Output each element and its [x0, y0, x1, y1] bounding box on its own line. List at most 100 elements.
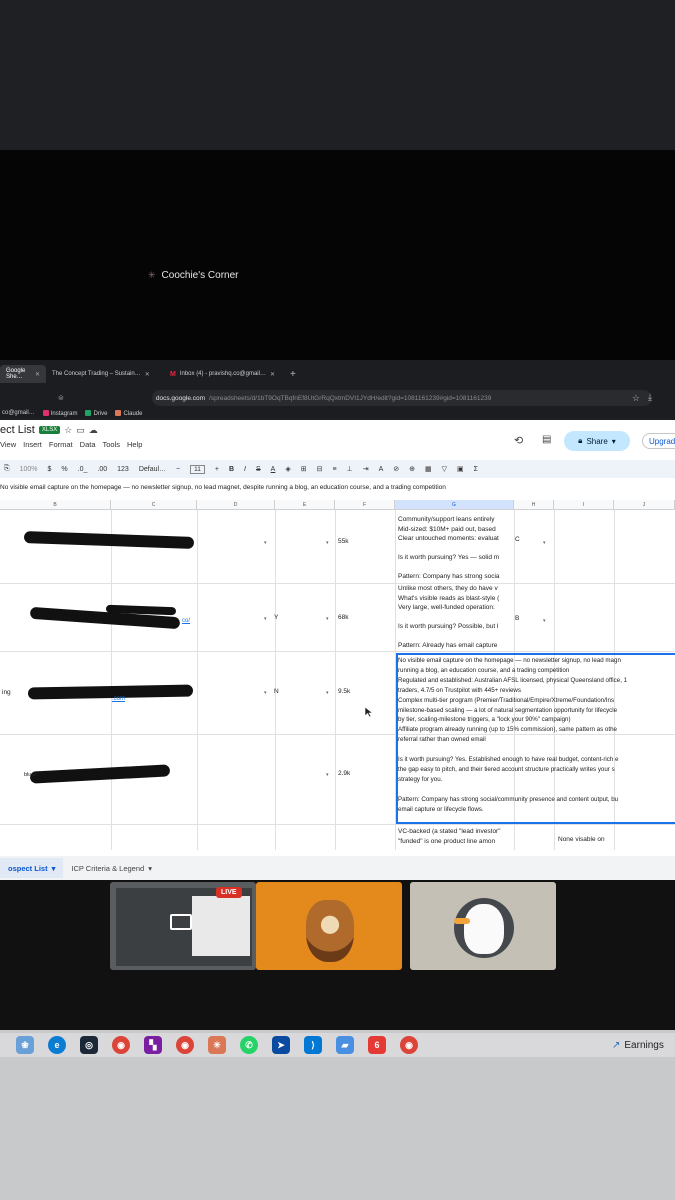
- column-header-b[interactable]: B: [0, 500, 111, 510]
- whatsapp-icon[interactable]: ✆: [240, 1036, 258, 1054]
- history-icon[interactable]: ⟲: [514, 434, 523, 447]
- wrap-icon[interactable]: ⇥: [363, 465, 369, 473]
- menu-data[interactable]: Data: [80, 440, 96, 449]
- folder-icon[interactable]: ▭: [76, 425, 85, 436]
- app-badge-icon[interactable]: 6: [368, 1036, 386, 1054]
- column-header-c[interactable]: C: [111, 500, 197, 510]
- column-header-h[interactable]: H: [514, 500, 554, 510]
- address-bar[interactable]: docs.google.com/spreadsheets/d/1bT9OqTBq…: [151, 390, 652, 406]
- menu-help[interactable]: Help: [127, 440, 142, 449]
- strikethrough-icon[interactable]: S: [256, 466, 261, 473]
- font-size-decrease[interactable]: −: [176, 466, 180, 473]
- chrome-icon[interactable]: ◉: [112, 1036, 130, 1054]
- close-icon[interactable]: ✕: [145, 371, 150, 378]
- bookmark-instagram[interactable]: Instagram: [42, 409, 77, 417]
- share-button[interactable]: 🔒︎ Share ▾: [564, 431, 630, 451]
- paint-format-icon[interactable]: ⎘: [4, 465, 10, 473]
- valign-icon[interactable]: ⊥: [347, 465, 353, 473]
- italic-icon[interactable]: I: [244, 466, 246, 473]
- bookmark-claude[interactable]: Claude: [115, 409, 142, 417]
- news-widget[interactable]: ↗ Earnings: [612, 1040, 664, 1051]
- zoom-select[interactable]: 100%: [20, 466, 38, 473]
- chevron-down-icon[interactable]: ▾: [326, 772, 329, 778]
- app-icon[interactable]: ▚: [144, 1036, 162, 1054]
- chevron-down-icon[interactable]: ▾: [326, 616, 329, 622]
- bold-icon[interactable]: B: [229, 466, 234, 473]
- menu-format[interactable]: Format: [49, 440, 73, 449]
- number-format-button[interactable]: 123: [117, 466, 129, 473]
- cell-d-status[interactable]: Y: [274, 614, 278, 621]
- participant-tile-duck[interactable]: [410, 882, 556, 970]
- menu-view[interactable]: View: [0, 440, 16, 449]
- chevron-down-icon[interactable]: ▾: [264, 690, 267, 696]
- tab-gmail[interactable]: M Inbox (4) - pravishq.co@gmail… ✕: [164, 365, 282, 383]
- chrome-icon[interactable]: ◉: [176, 1036, 194, 1054]
- column-header-i[interactable]: I: [554, 500, 614, 510]
- website-link[interactable]: co/: [182, 618, 190, 624]
- chevron-down-icon[interactable]: ▾: [543, 540, 546, 546]
- close-icon[interactable]: ✕: [270, 371, 275, 378]
- participant-tile-dog[interactable]: [256, 882, 402, 970]
- filter-icon[interactable]: ▽: [442, 465, 447, 473]
- download-icon[interactable]: ⤓: [648, 392, 652, 403]
- column-header-d[interactable]: D: [197, 500, 275, 510]
- cell-f-followers[interactable]: 2.9k: [338, 770, 350, 777]
- cell-h-tier[interactable]: C: [515, 536, 520, 543]
- chart-icon[interactable]: ▦: [425, 465, 432, 473]
- column-header-e[interactable]: E: [275, 500, 335, 510]
- doc-title[interactable]: ect List: [0, 424, 35, 436]
- rotate-icon[interactable]: A: [379, 466, 384, 473]
- new-tab-icon[interactable]: +: [290, 369, 296, 380]
- widgets-icon[interactable]: ❀: [16, 1036, 34, 1054]
- remote-icon[interactable]: ➤: [272, 1036, 290, 1054]
- text-color-icon[interactable]: A: [271, 466, 276, 473]
- file-icon[interactable]: ▰: [336, 1036, 354, 1054]
- bookmark-star-icon[interactable]: ☆: [632, 393, 640, 404]
- font-size-increase[interactable]: +: [215, 466, 219, 473]
- notes-cell-row2[interactable]: Unlike most others, they do have v What'…: [398, 584, 514, 651]
- edge-icon[interactable]: e: [48, 1036, 66, 1054]
- notes-cell-row3-editing[interactable]: No visible email capture on the homepage…: [398, 656, 675, 815]
- chevron-down-icon[interactable]: ▾: [326, 690, 329, 696]
- cell-f-followers[interactable]: 68k: [338, 614, 348, 621]
- cell-i-note[interactable]: None visable on: [558, 836, 605, 843]
- tab-concept-trading[interactable]: The Concept Trading – Sustain… ✕: [46, 365, 164, 383]
- font-select[interactable]: Defaul…: [139, 466, 166, 473]
- cell-h-tier[interactable]: B: [515, 615, 519, 622]
- comment-icon[interactable]: ▤: [542, 434, 551, 445]
- column-header-f[interactable]: F: [335, 500, 395, 510]
- percent-format-button[interactable]: %: [61, 466, 67, 473]
- notes-cell-row4[interactable]: VC-backed (a stated "lead investor" "fun…: [398, 827, 514, 847]
- align-icon[interactable]: ≡: [332, 466, 336, 473]
- website-link[interactable]: .com: [112, 696, 125, 702]
- font-size-input[interactable]: 11: [190, 464, 205, 474]
- functions-icon[interactable]: Σ: [474, 466, 478, 473]
- merge-icon[interactable]: ⊟: [317, 465, 323, 473]
- link-icon[interactable]: ⊘: [393, 465, 399, 473]
- cell-f-followers[interactable]: 55k: [338, 538, 348, 545]
- cell-f-followers[interactable]: 9.5k: [338, 688, 350, 695]
- vscode-icon[interactable]: ⟩: [304, 1036, 322, 1054]
- currency-format-button[interactable]: $: [48, 466, 52, 473]
- chevron-down-icon[interactable]: ▾: [264, 616, 267, 622]
- chrome-icon[interactable]: ◉: [400, 1036, 418, 1054]
- menu-tools[interactable]: Tools: [103, 440, 121, 449]
- insert-comment-icon[interactable]: ⊕: [409, 465, 415, 473]
- sheet-tab-icp-criteria[interactable]: ICP Criteria & Legend ▾: [63, 858, 160, 878]
- steam-icon[interactable]: ◎: [80, 1036, 98, 1054]
- column-header-j[interactable]: J: [614, 500, 675, 510]
- filter-views-icon[interactable]: ▣: [457, 465, 464, 473]
- claude-icon[interactable]: ✳: [208, 1036, 226, 1054]
- borders-icon[interactable]: ⊞: [301, 465, 307, 473]
- star-icon[interactable]: ☆: [64, 425, 72, 436]
- tab-sheets[interactable]: Google She… ✕: [0, 365, 46, 383]
- notes-cell-row1[interactable]: Community/support leans entirely Mid-siz…: [398, 515, 514, 582]
- column-header-g[interactable]: G: [395, 500, 514, 510]
- bookmark-drive[interactable]: Drive: [85, 409, 107, 417]
- cell-d-status[interactable]: N: [274, 688, 279, 695]
- chevron-down-icon[interactable]: ▾: [264, 540, 267, 546]
- chevron-down-icon[interactable]: ▾: [543, 618, 546, 624]
- increase-decimal-button[interactable]: .00: [97, 466, 107, 473]
- upgrade-button[interactable]: Upgrad: [642, 433, 675, 449]
- bookmark-account[interactable]: co@gmail…: [2, 410, 35, 416]
